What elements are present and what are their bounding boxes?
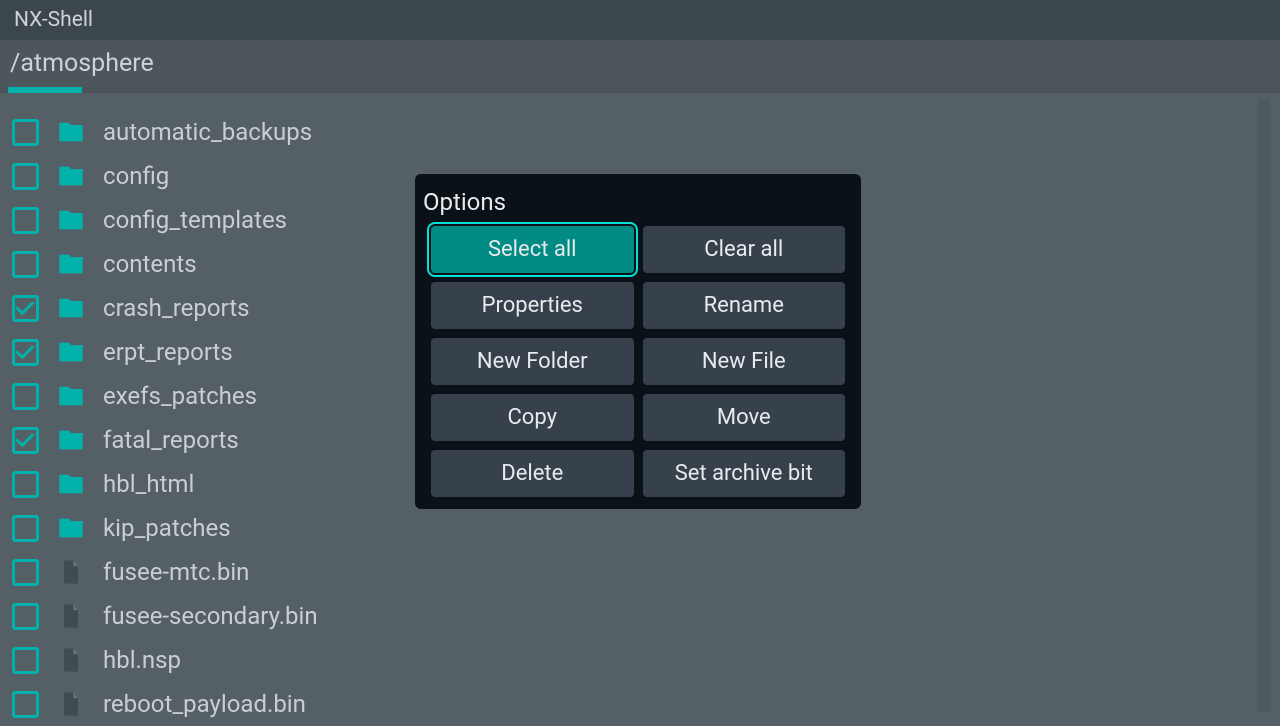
checkbox[interactable] (12, 471, 39, 498)
folder-icon (57, 162, 85, 190)
list-item[interactable]: reboot_payload.bin (12, 682, 1272, 726)
folder-icon (57, 250, 85, 278)
file-name: hbl_html (103, 470, 194, 498)
checkbox[interactable] (12, 251, 39, 278)
folder-icon (57, 382, 85, 410)
checkbox[interactable] (12, 647, 39, 674)
rename-button[interactable]: Rename (643, 282, 846, 329)
list-item[interactable]: hbl.nsp (12, 638, 1272, 682)
file-name: fatal_reports (103, 426, 239, 454)
modal-button-grid: Select allClear allPropertiesRenameNew F… (415, 226, 861, 497)
file-name: contents (103, 250, 197, 278)
storage-bar-track (0, 87, 1280, 93)
file-name: exefs_patches (103, 382, 257, 410)
set-archive-bit-button[interactable]: Set archive bit (643, 450, 846, 497)
copy-button[interactable]: Copy (431, 394, 634, 441)
file-name: config (103, 162, 169, 190)
file-name: fusee-secondary.bin (103, 602, 318, 630)
file-name: fusee-mtc.bin (103, 558, 249, 586)
file-name: kip_patches (103, 514, 231, 542)
clear-all-button[interactable]: Clear all (643, 226, 846, 273)
checkbox[interactable] (12, 163, 39, 190)
folder-icon (57, 426, 85, 454)
folder-icon (57, 206, 85, 234)
file-icon (57, 690, 85, 718)
folder-icon (57, 514, 85, 542)
modal-title: Options (415, 174, 861, 226)
list-item[interactable]: fusee-secondary.bin (12, 594, 1272, 638)
checkbox[interactable] (12, 515, 39, 542)
file-name: automatic_backups (103, 118, 312, 146)
path-bar: /atmosphere (0, 40, 1280, 87)
checkbox[interactable] (12, 691, 39, 718)
new-folder-button[interactable]: New Folder (431, 338, 634, 385)
delete-button[interactable]: Delete (431, 450, 634, 497)
file-name: config_templates (103, 206, 287, 234)
scrollbar[interactable] (1258, 100, 1270, 712)
folder-icon (57, 294, 85, 322)
list-item[interactable]: kip_patches (12, 506, 1272, 550)
checkbox[interactable] (12, 427, 39, 454)
current-path: /atmosphere (10, 49, 154, 78)
folder-icon (57, 338, 85, 366)
file-name: erpt_reports (103, 338, 233, 366)
move-button[interactable]: Move (643, 394, 846, 441)
checkbox[interactable] (12, 603, 39, 630)
file-name: hbl.nsp (103, 646, 181, 674)
options-modal: Options Select allClear allPropertiesRen… (415, 174, 861, 509)
storage-bar-fill (8, 87, 82, 93)
checkbox[interactable] (12, 339, 39, 366)
file-icon (57, 558, 85, 586)
checkbox[interactable] (12, 119, 39, 146)
list-item[interactable]: automatic_backups (12, 110, 1272, 154)
properties-button[interactable]: Properties (431, 282, 634, 329)
file-icon (57, 602, 85, 630)
file-icon (57, 646, 85, 674)
select-all-button[interactable]: Select all (431, 226, 634, 273)
folder-icon (57, 118, 85, 146)
folder-icon (57, 470, 85, 498)
file-name: reboot_payload.bin (103, 690, 306, 718)
checkbox[interactable] (12, 383, 39, 410)
checkbox[interactable] (12, 207, 39, 234)
checkbox[interactable] (12, 295, 39, 322)
title-bar: NX-Shell (0, 0, 1280, 40)
new-file-button[interactable]: New File (643, 338, 846, 385)
file-name: crash_reports (103, 294, 249, 322)
checkbox[interactable] (12, 559, 39, 586)
app-title: NX-Shell (14, 8, 93, 32)
list-item[interactable]: fusee-mtc.bin (12, 550, 1272, 594)
